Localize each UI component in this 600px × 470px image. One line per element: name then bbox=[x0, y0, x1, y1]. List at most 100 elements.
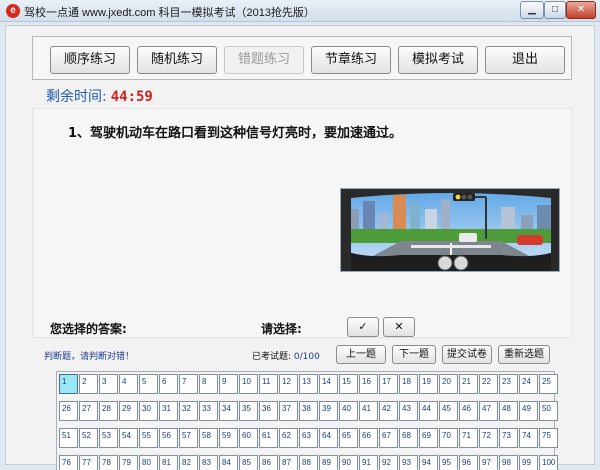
question-cell[interactable]: 17 bbox=[379, 374, 398, 394]
minimize-button[interactable]: ▁ bbox=[520, 1, 544, 19]
question-cell[interactable]: 41 bbox=[359, 401, 378, 421]
maximize-button[interactable]: □ bbox=[544, 1, 566, 19]
prev-question-button[interactable]: 上一题 bbox=[336, 345, 386, 364]
answer-wrong-button[interactable]: ✕ bbox=[383, 317, 415, 337]
question-cell[interactable]: 63 bbox=[299, 428, 318, 448]
question-cell[interactable]: 85 bbox=[239, 455, 258, 470]
question-cell[interactable]: 24 bbox=[519, 374, 538, 394]
question-cell[interactable]: 96 bbox=[459, 455, 478, 470]
question-cell[interactable]: 10 bbox=[239, 374, 258, 394]
question-cell[interactable]: 36 bbox=[259, 401, 278, 421]
question-cell[interactable]: 73 bbox=[499, 428, 518, 448]
question-cell[interactable]: 50 bbox=[539, 401, 558, 421]
question-cell[interactable]: 100 bbox=[539, 455, 558, 470]
question-cell[interactable]: 2 bbox=[79, 374, 98, 394]
question-cell[interactable]: 26 bbox=[59, 401, 78, 421]
question-cell[interactable]: 68 bbox=[399, 428, 418, 448]
question-cell[interactable]: 5 bbox=[139, 374, 158, 394]
question-cell[interactable]: 69 bbox=[419, 428, 438, 448]
question-cell[interactable]: 33 bbox=[199, 401, 218, 421]
question-cell[interactable]: 7 bbox=[179, 374, 198, 394]
question-cell[interactable]: 82 bbox=[179, 455, 198, 470]
question-cell[interactable]: 3 bbox=[99, 374, 118, 394]
question-cell[interactable]: 42 bbox=[379, 401, 398, 421]
question-cell[interactable]: 98 bbox=[499, 455, 518, 470]
question-cell[interactable]: 54 bbox=[119, 428, 138, 448]
question-cell[interactable]: 27 bbox=[79, 401, 98, 421]
question-cell[interactable]: 32 bbox=[179, 401, 198, 421]
question-cell[interactable]: 84 bbox=[219, 455, 238, 470]
question-cell[interactable]: 94 bbox=[419, 455, 438, 470]
question-cell[interactable]: 81 bbox=[159, 455, 178, 470]
question-cell[interactable]: 18 bbox=[399, 374, 418, 394]
question-cell[interactable]: 70 bbox=[439, 428, 458, 448]
question-cell[interactable]: 76 bbox=[59, 455, 78, 470]
question-cell[interactable]: 80 bbox=[139, 455, 158, 470]
question-cell[interactable]: 58 bbox=[199, 428, 218, 448]
question-cell[interactable]: 53 bbox=[99, 428, 118, 448]
question-cell[interactable]: 45 bbox=[439, 401, 458, 421]
question-cell[interactable]: 11 bbox=[259, 374, 278, 394]
question-cell[interactable]: 21 bbox=[459, 374, 478, 394]
question-cell[interactable]: 64 bbox=[319, 428, 338, 448]
question-cell[interactable]: 93 bbox=[399, 455, 418, 470]
question-cell[interactable]: 57 bbox=[179, 428, 198, 448]
question-cell[interactable]: 37 bbox=[279, 401, 298, 421]
question-cell[interactable]: 20 bbox=[439, 374, 458, 394]
question-cell[interactable]: 31 bbox=[159, 401, 178, 421]
question-cell[interactable]: 55 bbox=[139, 428, 158, 448]
question-cell[interactable]: 13 bbox=[299, 374, 318, 394]
sequential-practice-button[interactable]: 顺序练习 bbox=[50, 46, 130, 74]
question-cell[interactable]: 59 bbox=[219, 428, 238, 448]
question-cell[interactable]: 97 bbox=[479, 455, 498, 470]
question-cell[interactable]: 89 bbox=[319, 455, 338, 470]
question-cell[interactable]: 77 bbox=[79, 455, 98, 470]
question-cell[interactable]: 52 bbox=[79, 428, 98, 448]
question-cell[interactable]: 8 bbox=[199, 374, 218, 394]
question-cell[interactable]: 12 bbox=[279, 374, 298, 394]
question-cell[interactable]: 23 bbox=[499, 374, 518, 394]
question-cell[interactable]: 30 bbox=[139, 401, 158, 421]
question-cell[interactable]: 66 bbox=[359, 428, 378, 448]
question-cell[interactable]: 71 bbox=[459, 428, 478, 448]
mock-exam-button[interactable]: 模拟考试 bbox=[398, 46, 478, 74]
question-cell[interactable]: 35 bbox=[239, 401, 258, 421]
question-cell[interactable]: 72 bbox=[479, 428, 498, 448]
question-cell[interactable]: 46 bbox=[459, 401, 478, 421]
question-cell[interactable]: 92 bbox=[379, 455, 398, 470]
question-cell[interactable]: 61 bbox=[259, 428, 278, 448]
question-cell[interactable]: 75 bbox=[539, 428, 558, 448]
question-cell[interactable]: 87 bbox=[279, 455, 298, 470]
question-cell[interactable]: 48 bbox=[499, 401, 518, 421]
question-cell[interactable]: 43 bbox=[399, 401, 418, 421]
question-cell[interactable]: 47 bbox=[479, 401, 498, 421]
question-cell[interactable]: 67 bbox=[379, 428, 398, 448]
question-cell[interactable]: 1 bbox=[59, 374, 78, 394]
submit-exam-button[interactable]: 提交试卷 bbox=[442, 345, 492, 364]
question-cell[interactable]: 83 bbox=[199, 455, 218, 470]
question-cell[interactable]: 22 bbox=[479, 374, 498, 394]
question-cell[interactable]: 38 bbox=[299, 401, 318, 421]
question-cell[interactable]: 60 bbox=[239, 428, 258, 448]
question-cell[interactable]: 56 bbox=[159, 428, 178, 448]
question-cell[interactable]: 51 bbox=[59, 428, 78, 448]
question-cell[interactable]: 25 bbox=[539, 374, 558, 394]
question-cell[interactable]: 78 bbox=[99, 455, 118, 470]
question-cell[interactable]: 74 bbox=[519, 428, 538, 448]
exit-button[interactable]: 退出 bbox=[485, 46, 565, 74]
question-cell[interactable]: 4 bbox=[119, 374, 138, 394]
chapter-practice-button[interactable]: 节章练习 bbox=[311, 46, 391, 74]
question-cell[interactable]: 9 bbox=[219, 374, 238, 394]
question-cell[interactable]: 15 bbox=[339, 374, 358, 394]
question-cell[interactable]: 91 bbox=[359, 455, 378, 470]
question-cell[interactable]: 95 bbox=[439, 455, 458, 470]
next-question-button[interactable]: 下一题 bbox=[392, 345, 436, 364]
question-cell[interactable]: 40 bbox=[339, 401, 358, 421]
question-cell[interactable]: 88 bbox=[299, 455, 318, 470]
question-cell[interactable]: 90 bbox=[339, 455, 358, 470]
question-cell[interactable]: 28 bbox=[99, 401, 118, 421]
question-cell[interactable]: 99 bbox=[519, 455, 538, 470]
question-cell[interactable]: 65 bbox=[339, 428, 358, 448]
answer-correct-button[interactable]: ✓ bbox=[347, 317, 379, 337]
question-cell[interactable]: 34 bbox=[219, 401, 238, 421]
